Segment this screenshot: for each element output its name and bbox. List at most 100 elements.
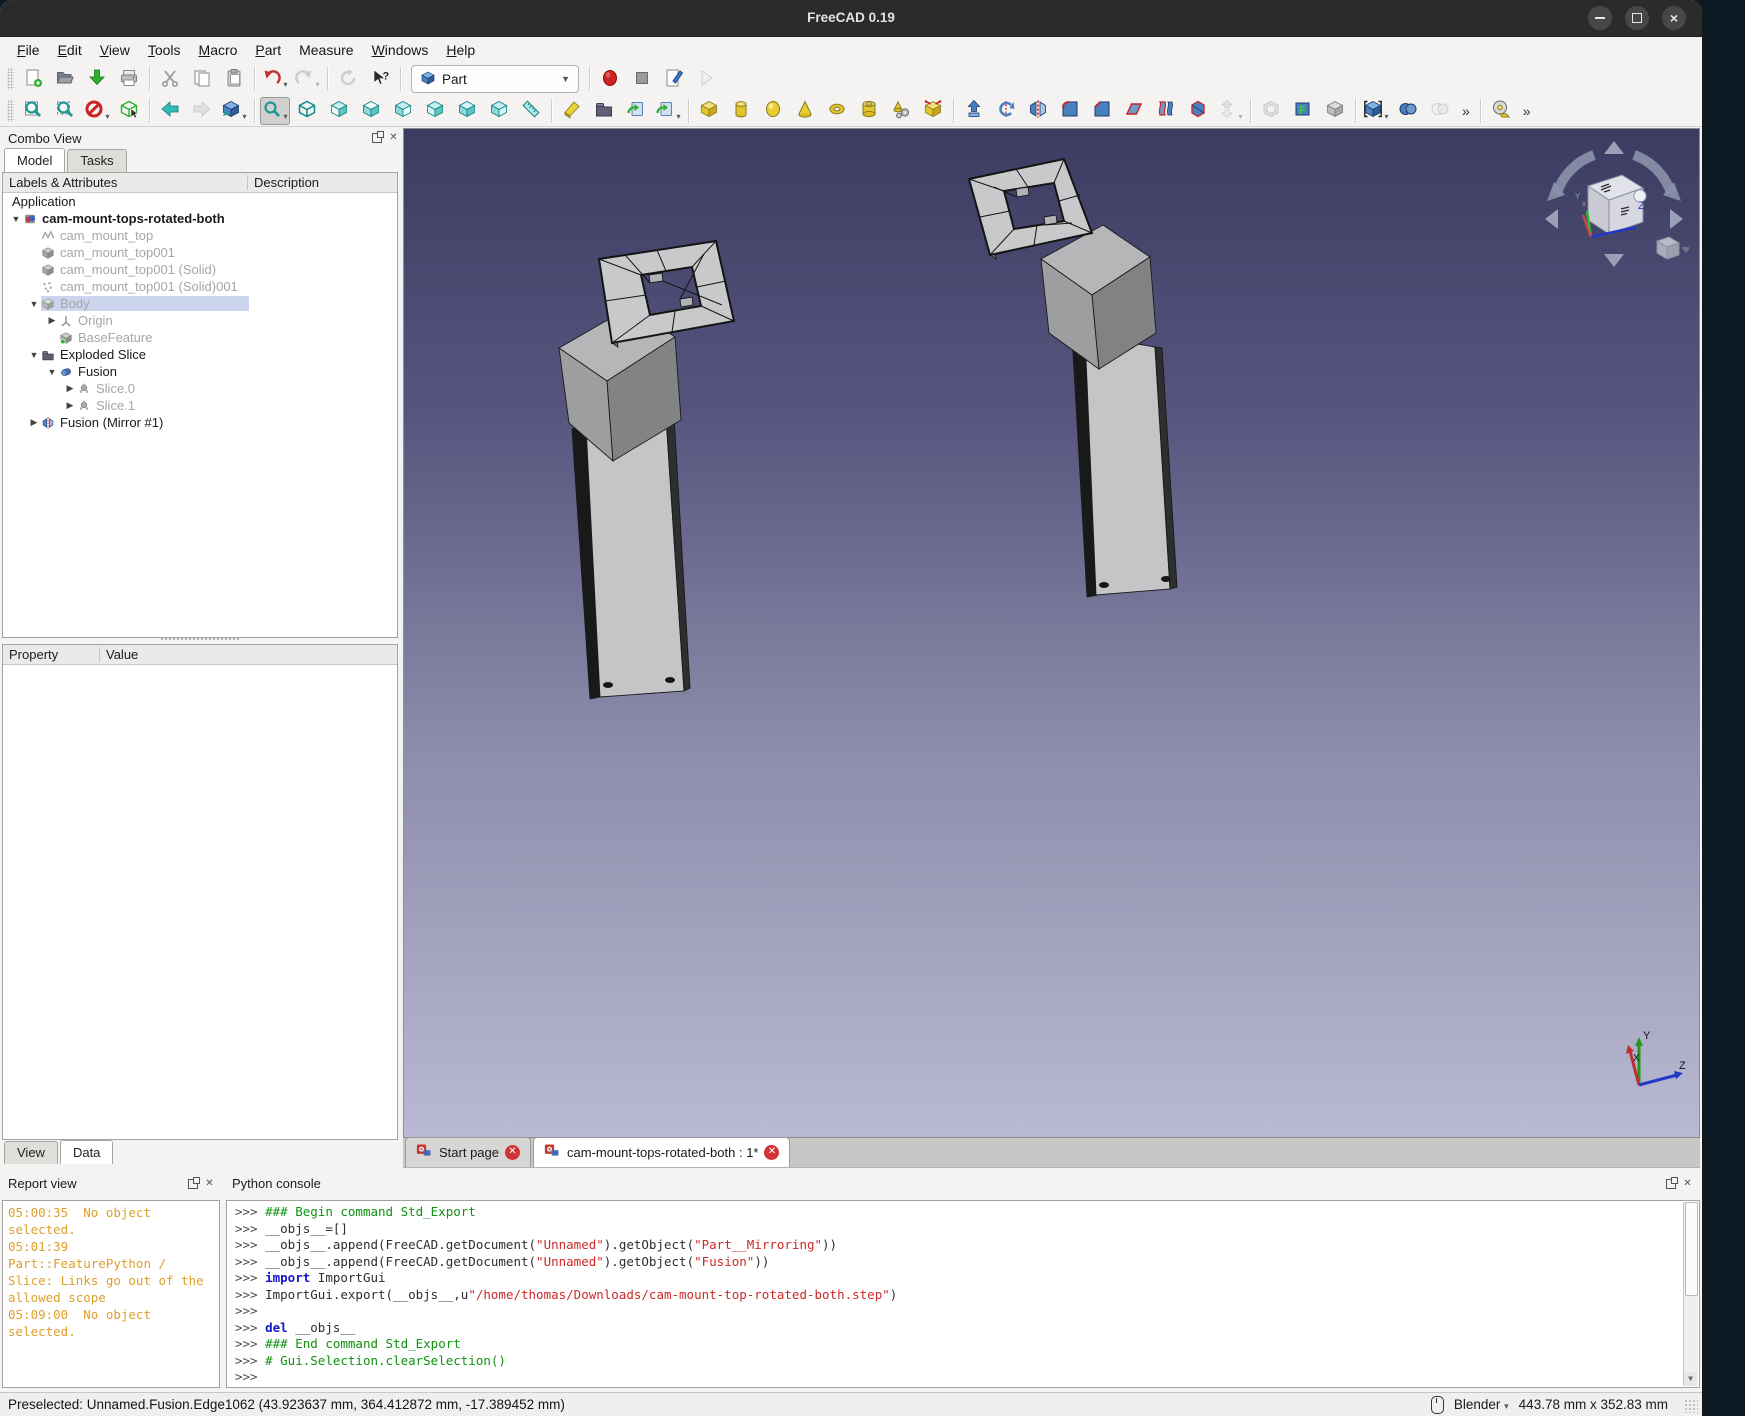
prim-box-button[interactable] [694, 97, 724, 125]
toolbar-overflow-icon[interactable]: » [1517, 103, 1537, 119]
measure-distance-button[interactable] [516, 97, 546, 125]
tree-item-basefeature[interactable]: BaseFeature [3, 329, 397, 346]
shape-builder-button[interactable] [886, 97, 916, 125]
primitives-dialog-button[interactable] [918, 97, 948, 125]
toolbar-grip[interactable] [7, 100, 14, 122]
nav-style-selector[interactable]: Blender ▾ [1454, 1397, 1509, 1412]
tree-item-body[interactable]: ▼Body [3, 295, 397, 312]
view-isometric-button[interactable]: ▾ [219, 97, 249, 125]
menu-part[interactable]: Part [246, 39, 290, 61]
measure-tape-button[interactable] [1486, 97, 1516, 125]
view-front-button[interactable] [324, 97, 354, 125]
toolbar-overflow-icon[interactable]: » [1456, 103, 1476, 119]
fit-selection-button[interactable] [50, 97, 80, 125]
tree-item-cam-mount-top001-solid[interactable]: cam_mount_top001 (Solid) [3, 261, 397, 278]
tab-model[interactable]: Model [4, 148, 65, 172]
close-panel-button[interactable]: ✕ [387, 132, 400, 145]
tree-item-application[interactable]: Application [3, 193, 397, 210]
float-panel-button[interactable] [370, 132, 383, 145]
revolve-button[interactable] [991, 97, 1021, 125]
prim-cone-button[interactable] [790, 97, 820, 125]
menu-windows[interactable]: Windows [363, 39, 438, 61]
fillet-button[interactable] [1055, 97, 1085, 125]
undo-button[interactable]: ▾ [260, 65, 290, 93]
scrollbar-down-icon[interactable]: ▼ [1684, 1372, 1697, 1386]
toolbar-grip[interactable] [7, 68, 14, 90]
paste-button[interactable] [219, 65, 249, 93]
fit-all-button[interactable] [18, 97, 48, 125]
tree-item-cam-mount-top001[interactable]: cam_mount_top001 [3, 244, 397, 261]
mirror-button[interactable] [1023, 97, 1053, 125]
section-button[interactable] [1320, 97, 1350, 125]
title-bar[interactable]: FreeCAD 0.19 × [0, 0, 1702, 37]
tab-tasks[interactable]: Tasks [67, 149, 126, 172]
whats-this-button[interactable]: ? [365, 65, 395, 93]
tree-item-slice-1[interactable]: ▶Slice.1 [3, 397, 397, 414]
export-link-group-button[interactable]: ▾ [653, 97, 683, 125]
menu-file[interactable]: File [8, 39, 49, 61]
close-tab-icon[interactable]: ✕ [764, 1145, 779, 1160]
tree-item-slice-0[interactable]: ▶Slice.0 [3, 380, 397, 397]
panel-splitter[interactable] [160, 637, 240, 642]
expand-icon[interactable]: ▶ [45, 315, 59, 326]
close-tab-icon[interactable]: ✕ [505, 1145, 520, 1160]
loft-button[interactable] [1183, 97, 1213, 125]
tree-item-fusion-mirror-1[interactable]: ▶Fusion (Mirror #1) [3, 414, 397, 431]
nav-back-button[interactable] [155, 97, 185, 125]
navigation-cube[interactable]: x Y Z [1539, 139, 1689, 299]
macro-edit-button[interactable] [659, 65, 689, 93]
collapse-icon[interactable]: ▼ [9, 214, 23, 224]
cut-button[interactable] [155, 65, 185, 93]
3d-viewport[interactable]: x Y Z Y [403, 128, 1700, 1138]
tab-data[interactable]: Data [60, 1140, 113, 1164]
document-tab-start-page[interactable]: Start page✕ [405, 1137, 531, 1167]
thickness-button[interactable] [1256, 97, 1286, 125]
maximize-button[interactable] [1625, 6, 1649, 30]
close-report-button[interactable]: ✕ [203, 1177, 216, 1190]
collapse-icon[interactable]: ▼ [27, 350, 41, 360]
view-axono-button[interactable] [292, 97, 322, 125]
prim-tube-button[interactable] [854, 97, 884, 125]
expand-icon[interactable]: ▶ [27, 417, 41, 428]
python-console-content[interactable]: >>> ### Begin command Std_Export>>> __ob… [226, 1200, 1700, 1388]
view-right-button[interactable] [388, 97, 418, 125]
ruled-surface-button[interactable] [1151, 97, 1181, 125]
view-top-button[interactable] [356, 97, 386, 125]
document-tab-model[interactable]: cam-mount-tops-rotated-both : 1*✕ [533, 1137, 790, 1167]
menu-measure[interactable]: Measure [290, 39, 362, 61]
zoom-tool-button[interactable]: ▾ [260, 97, 290, 125]
boolean-cut-button[interactable] [1425, 97, 1455, 125]
prim-torus-button[interactable] [822, 97, 852, 125]
console-scrollbar[interactable]: ▼ [1683, 1202, 1698, 1386]
save-file-button[interactable] [82, 65, 112, 93]
nav-forward-button[interactable] [187, 97, 217, 125]
export-link-button[interactable] [621, 97, 651, 125]
extrude-button[interactable] [959, 97, 989, 125]
offset-button[interactable]: ▾ [1215, 97, 1245, 125]
tree-item-cam-mount-top[interactable]: cam_mount_top [3, 227, 397, 244]
view-left-button[interactable] [484, 97, 514, 125]
tree-item-fusion[interactable]: ▼Fusion [3, 363, 397, 380]
tree-item-origin[interactable]: ▶Origin [3, 312, 397, 329]
workbench-selector[interactable]: Part▼ [411, 65, 579, 93]
tab-view[interactable]: View [4, 1141, 58, 1164]
shape-2d-view-button[interactable]: F [1288, 97, 1318, 125]
redo-button[interactable]: ▾ [292, 65, 322, 93]
tree-item-cam-mount-tops-rotated-both[interactable]: ▼cam-mount-tops-rotated-both [3, 210, 397, 227]
close-console-button[interactable]: ✕ [1681, 1177, 1694, 1190]
macro-record-button[interactable] [595, 65, 625, 93]
boolean-union-button[interactable] [1393, 97, 1423, 125]
box-select-button[interactable] [114, 97, 144, 125]
menu-view[interactable]: View [91, 39, 139, 61]
shape-from-mesh-button[interactable] [557, 97, 587, 125]
compound-button[interactable]: ▾ [1361, 97, 1391, 125]
menu-tools[interactable]: Tools [139, 39, 190, 61]
macro-stop-button[interactable] [627, 65, 657, 93]
menu-macro[interactable]: Macro [190, 39, 247, 61]
open-file-button[interactable] [50, 65, 80, 93]
new-file-button[interactable] [18, 65, 48, 93]
collapse-icon[interactable]: ▼ [45, 367, 59, 377]
tree-item-exploded-slice[interactable]: ▼Exploded Slice [3, 346, 397, 363]
group-button[interactable] [589, 97, 619, 125]
macro-play-button[interactable] [691, 65, 721, 93]
